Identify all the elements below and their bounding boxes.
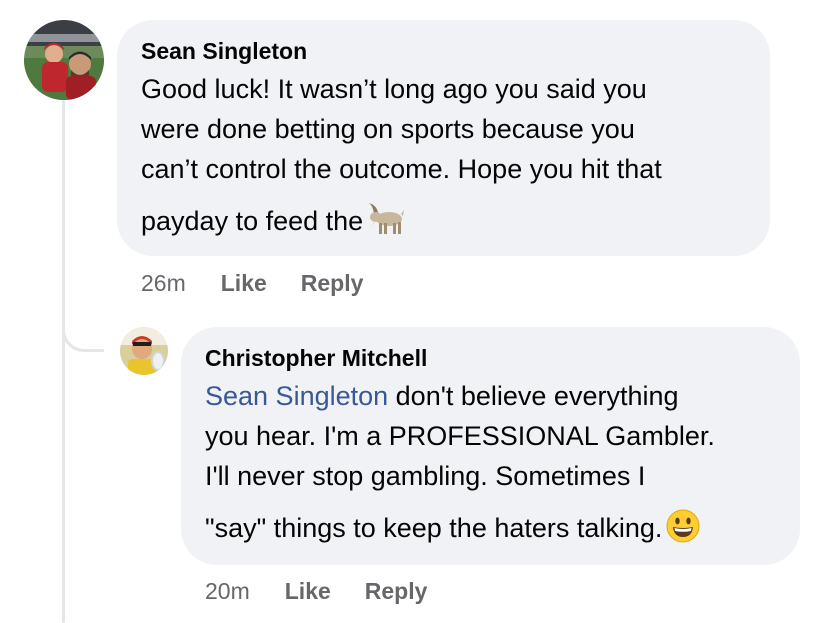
reply-bubble: Christopher Mitchell Sean Singleton don'… (181, 327, 800, 565)
comment-timestamp[interactable]: 20m (205, 576, 250, 606)
avatar-photo-icon (24, 20, 104, 100)
reply-button[interactable]: Reply (365, 576, 428, 606)
comment-line: "say" things to keep the haters talking. (205, 513, 663, 543)
comment-line: payday to feed the (141, 206, 364, 236)
like-button[interactable]: Like (285, 576, 331, 606)
avatar[interactable] (120, 327, 168, 375)
comment-line: Sean Singleton don't believe everything (205, 376, 776, 416)
comment-actions: 20m Like Reply (205, 576, 427, 606)
comment-line-last: "say" things to keep the haters talking. (205, 508, 776, 554)
mention-link[interactable]: Sean Singleton (205, 381, 388, 411)
avatar-photo-icon (120, 327, 168, 375)
reply-connector (62, 300, 104, 352)
comment-text: Good luck! It wasn’t long ago you said y… (141, 69, 746, 247)
reply-button[interactable]: Reply (301, 268, 364, 298)
comment-bubble: Sean Singleton Good luck! It wasn’t long… (117, 20, 770, 256)
comment-author[interactable]: Christopher Mitchell (205, 343, 776, 373)
comment-line: can’t control the outcome. Hope you hit … (141, 154, 662, 184)
comment-timestamp[interactable]: 26m (141, 268, 186, 298)
comment-author[interactable]: Sean Singleton (141, 36, 746, 66)
comment-line: I'll never stop gambling. Sometimes I (205, 461, 646, 491)
comment-line: Good luck! It wasn’t long ago you said y… (141, 74, 647, 104)
thread-line (62, 100, 65, 623)
comment-line: you hear. I'm a PROFESSIONAL Gambler. (205, 421, 715, 451)
avatar[interactable] (24, 20, 104, 100)
comment-text: Sean Singleton don't believe everything … (205, 376, 776, 554)
comment-text-segment: don't believe everything (388, 381, 679, 411)
comment-line: were done betting on sports because you (141, 114, 635, 144)
goat-emoji-icon (367, 202, 405, 247)
grinning-face-emoji-icon (666, 509, 700, 554)
comment-line-last: payday to feed the (141, 201, 746, 247)
comment-actions: 26m Like Reply (141, 268, 363, 298)
like-button[interactable]: Like (221, 268, 267, 298)
